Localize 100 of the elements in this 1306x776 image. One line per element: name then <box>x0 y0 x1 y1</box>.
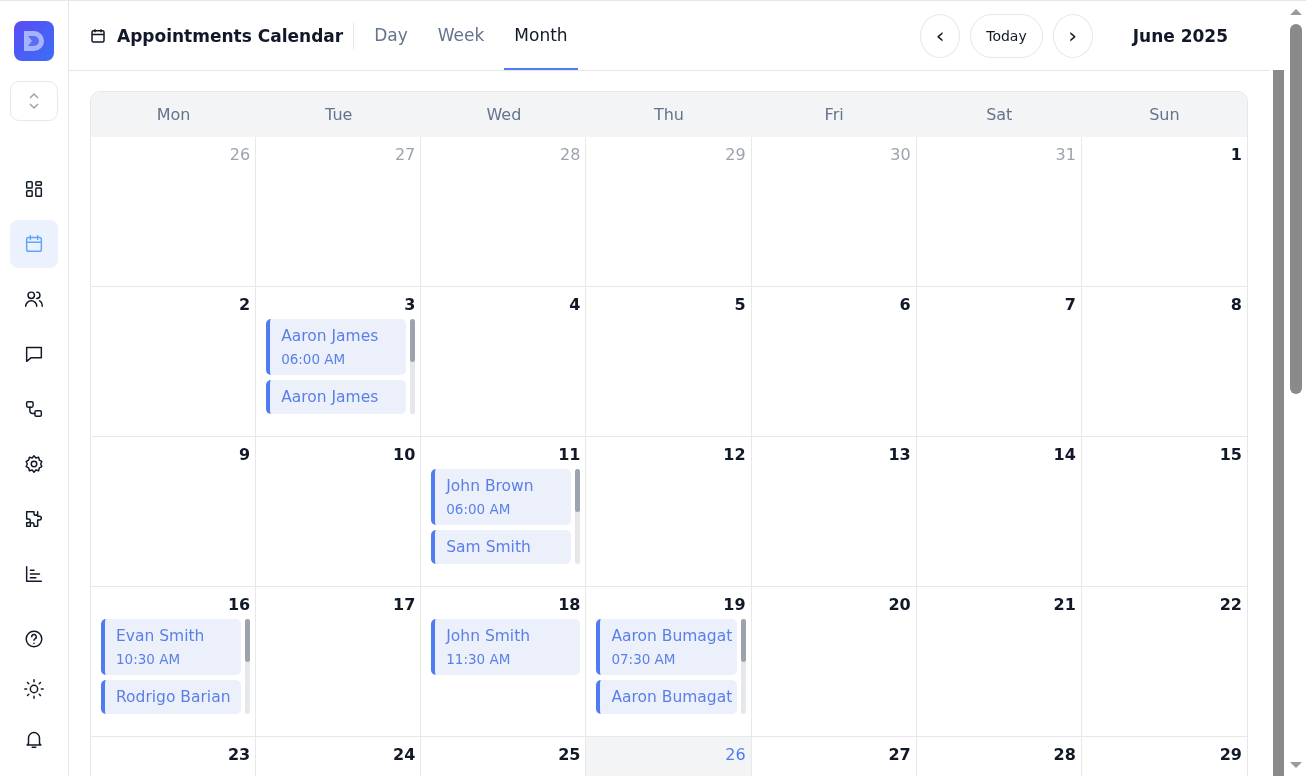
day-number: 29 <box>1219 745 1242 764</box>
day-number: 21 <box>1053 595 1076 614</box>
view-tab[interactable]: Month <box>504 1 578 70</box>
day-cell[interactable]: 19 Aaron Bumagat 07:30 AM Aaron Bumagat <box>586 587 752 737</box>
day-number: 17 <box>393 595 416 614</box>
appointment-time: 06:00 AM <box>281 351 347 367</box>
appointment-time: 07:30 AM <box>611 651 677 667</box>
day-cell[interactable]: 16 Evan Smith 10:30 AM Rodrigo Barian <box>91 587 257 737</box>
weekday-header: Sat <box>985 104 1014 126</box>
app-logo <box>14 21 54 61</box>
page-title: Appointments Calendar <box>117 25 344 46</box>
day-cell[interactable]: 23 <box>91 737 257 776</box>
day-number: 18 <box>558 595 581 614</box>
day-cell[interactable]: 26 <box>586 737 752 776</box>
calendar-icon <box>89 26 107 45</box>
appointment-name: Evan Smith <box>116 627 206 645</box>
day-cell[interactable]: 20 <box>751 587 917 737</box>
weekday-header: Mon <box>155 104 192 126</box>
weekday-header: Wed <box>485 104 523 126</box>
day-cell[interactable]: 29 <box>1081 737 1247 776</box>
day-number: 8 <box>1230 295 1242 314</box>
scrollbar[interactable] <box>410 319 416 414</box>
day-number: 15 <box>1219 445 1242 464</box>
day-number: 16 <box>227 595 251 614</box>
chevrons-icon <box>28 92 40 110</box>
day-number: 4 <box>569 295 581 314</box>
day-number: 28 <box>560 145 581 164</box>
day-cell[interactable]: 10 <box>256 437 422 587</box>
day-cell[interactable]: 15 <box>1081 437 1247 587</box>
next-button[interactable]: › <box>1052 13 1093 58</box>
previous-button[interactable]: ‹ <box>920 13 961 58</box>
day-cell[interactable]: 11 John Brown 06:00 AM Sam Smith <box>421 437 587 587</box>
day-number: 11 <box>558 445 581 464</box>
day-number: 30 <box>890 145 911 164</box>
appointment-name: John Brown <box>446 477 535 495</box>
view-tab[interactable]: Week <box>427 1 495 70</box>
appointment-name: Sam Smith <box>446 538 532 556</box>
dashboard-icon <box>23 178 45 200</box>
bar-chart-icon <box>23 563 45 585</box>
day-cell[interactable]: 5 <box>586 287 752 437</box>
day-number: 24 <box>393 745 416 764</box>
appointment-name: Aaron James <box>281 388 380 406</box>
day-cell[interactable]: 17 <box>256 587 422 737</box>
weekday-header: Sun <box>1148 104 1181 126</box>
settings-icon <box>23 453 45 475</box>
help-icon <box>23 628 45 650</box>
day-number: 23 <box>227 745 251 764</box>
appointment-name: Aaron Bumagat <box>611 688 733 706</box>
day-number: 6 <box>899 295 911 314</box>
day-cell[interactable]: 22 <box>1081 587 1247 737</box>
day-number: 1 <box>1230 145 1242 164</box>
weekday-header: Tue <box>324 104 354 126</box>
day-number: 22 <box>1219 595 1242 614</box>
day-number: 25 <box>558 745 581 764</box>
day-number: 29 <box>725 145 746 164</box>
day-cell[interactable]: 21 <box>916 587 1082 737</box>
day-number: 26 <box>725 745 746 764</box>
weekday-header: Fri <box>823 104 845 126</box>
day-cell[interactable]: 9 <box>91 437 257 587</box>
day-number: 28 <box>1053 745 1076 764</box>
day-cell[interactable]: 4 <box>421 287 587 437</box>
period-label: June 2025 <box>1132 25 1228 46</box>
day-number: 19 <box>723 595 746 614</box>
day-number: 27 <box>394 145 416 164</box>
day-number: 27 <box>888 745 911 764</box>
day-cell[interactable]: 7 <box>916 287 1082 437</box>
view-tab[interactable]: Day <box>364 1 418 70</box>
day-cell[interactable]: 13 <box>751 437 917 587</box>
day-number: 13 <box>888 445 911 464</box>
day-number: 5 <box>734 295 746 314</box>
appointment-name: Aaron James <box>281 327 380 345</box>
weekday-header: Thu <box>652 104 685 126</box>
day-cell[interactable]: 18 John Smith 11:30 AM <box>421 587 587 737</box>
appointment-name: Aaron Bumagat <box>611 627 733 645</box>
today-button[interactable]: Today <box>970 13 1043 58</box>
day-cell[interactable]: 3 Aaron James 06:00 AM Aaron James <box>256 287 422 437</box>
day-cell[interactable]: 2 <box>91 287 257 437</box>
sun-icon <box>23 678 45 700</box>
day-cell[interactable]: 24 <box>256 737 422 776</box>
day-cell[interactable]: 8 <box>1081 287 1247 437</box>
day-cell[interactable]: 27 <box>751 737 917 776</box>
day-cell[interactable]: 1 <box>1081 137 1247 287</box>
scrollbar[interactable] <box>575 469 581 564</box>
day-number: 7 <box>1064 295 1076 314</box>
users-icon <box>23 288 45 310</box>
day-cell[interactable]: 28 <box>916 737 1082 776</box>
day-number: 3 <box>404 295 416 314</box>
day-number: 14 <box>1053 445 1076 464</box>
appointment-name: Rodrigo Barian <box>116 688 232 706</box>
scrollbar[interactable] <box>740 619 746 714</box>
day-number: 31 <box>1055 145 1076 164</box>
day-number: 2 <box>239 295 251 314</box>
puzzle-icon <box>23 508 45 530</box>
appointment-time: 10:30 AM <box>116 651 182 667</box>
day-number: 9 <box>239 445 251 464</box>
day-cell[interactable]: 6 <box>751 287 917 437</box>
day-cell[interactable]: 14 <box>916 437 1082 587</box>
day-cell[interactable]: 12 <box>586 437 752 587</box>
scrollbar[interactable] <box>245 619 251 714</box>
day-number: 26 <box>229 145 251 164</box>
